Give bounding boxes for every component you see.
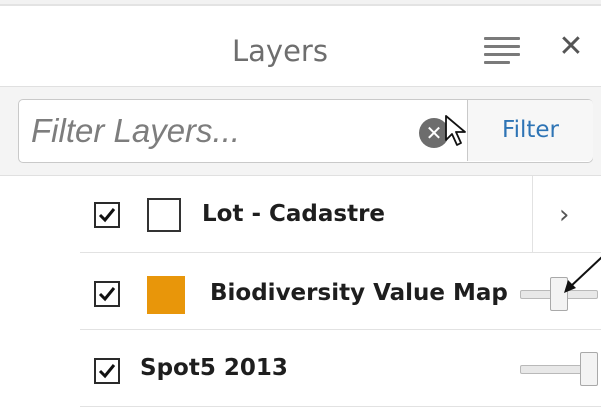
layer-swatch-empty	[147, 198, 181, 232]
top-border	[0, 0, 601, 6]
close-icon[interactable]: ✕	[556, 32, 586, 62]
layer-name: Biodiversity Value Map	[210, 280, 508, 306]
layer-row-biodiversity[interactable]: Biodiversity Value Map	[80, 253, 601, 330]
checkmark-icon	[98, 287, 116, 302]
checkmark-icon	[98, 364, 116, 379]
chevron-right-icon: ›	[559, 200, 570, 230]
annotation-arrow-icon	[564, 256, 601, 293]
layer-visibility-checkbox[interactable]	[94, 281, 120, 307]
layer-row-spot5[interactable]: Spot5 2013	[80, 330, 601, 407]
layer-row-lot-cadastre[interactable]: Lot - Cadastre ›	[80, 176, 601, 253]
layer-name: Lot - Cadastre	[202, 201, 386, 227]
layer-name: Spot5 2013	[140, 355, 288, 381]
layer-swatch-orange	[147, 276, 185, 314]
layer-list: Lot - Cadastre › Biodiversity Value Map	[0, 176, 601, 412]
hamburger-menu-icon[interactable]	[484, 37, 520, 65]
layer-visibility-checkbox[interactable]	[94, 358, 120, 384]
filter-box: ✕ Filter	[18, 99, 593, 163]
layer-visibility-checkbox[interactable]	[94, 202, 120, 228]
opacity-slider[interactable]	[520, 352, 600, 388]
slider-thumb[interactable]	[580, 352, 598, 386]
filter-bar: ✕ Filter	[0, 86, 601, 176]
filter-input[interactable]	[31, 108, 411, 154]
layer-expand-button[interactable]: ›	[532, 176, 601, 252]
panel-header: Layers ✕	[0, 8, 601, 86]
filter-button[interactable]: Filter	[467, 100, 593, 161]
checkmark-icon	[98, 208, 116, 223]
panel-title: Layers	[232, 34, 328, 68]
